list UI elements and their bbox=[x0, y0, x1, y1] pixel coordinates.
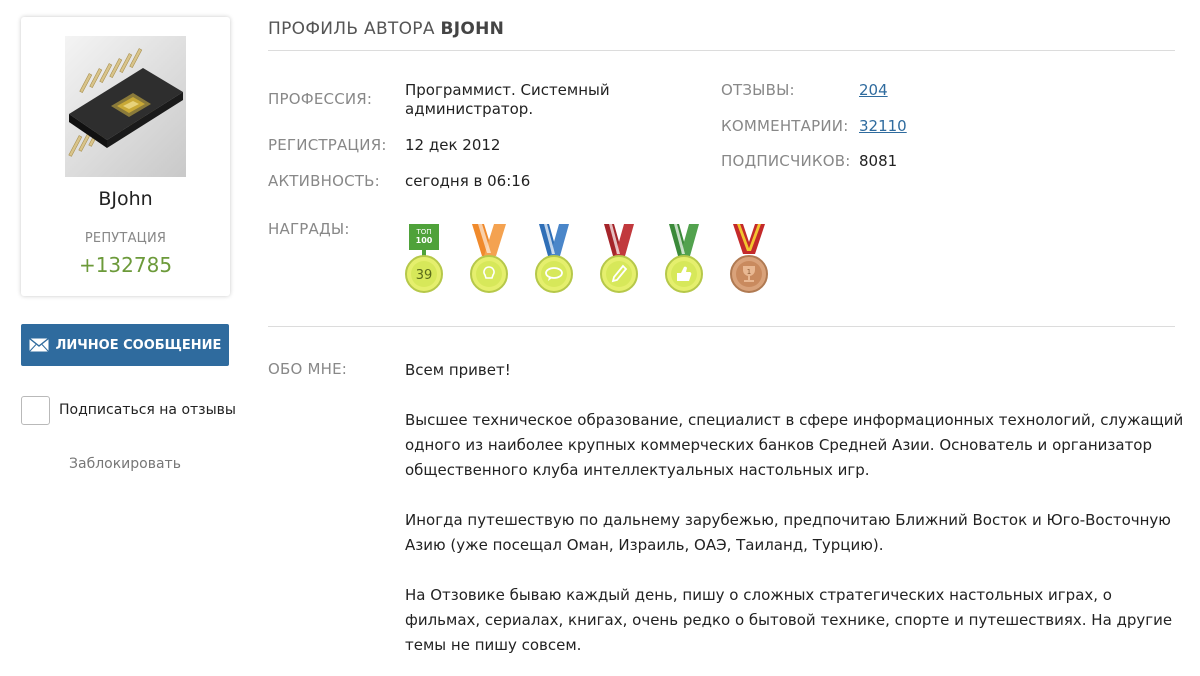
section-divider bbox=[268, 326, 1175, 327]
awards-list: ТОП 100 39 1 bbox=[404, 220, 794, 300]
about-text: Всем привет! Высшее техническое образова… bbox=[405, 358, 1185, 676]
subscribe-label[interactable]: Подписаться на отзывы bbox=[59, 402, 236, 418]
reputation-value: +132785 bbox=[78, 253, 173, 277]
profession-line-1: Программист. Системный bbox=[405, 81, 610, 99]
about-paragraph: Высшее техническое образование, специали… bbox=[405, 411, 1184, 479]
awards-label: НАГРАДЫ: bbox=[268, 220, 350, 238]
old-timer-medal-icon[interactable] bbox=[469, 220, 509, 300]
username: BJohn bbox=[98, 188, 153, 210]
comment-medal-icon[interactable] bbox=[534, 220, 574, 300]
profession-label: ПРОФЕССИЯ: bbox=[268, 90, 373, 108]
page-title: ПРОФИЛЬ АВТОРА BJOHN bbox=[268, 19, 504, 39]
profile-card: BJohn РЕПУТАЦИЯ +132785 bbox=[21, 17, 230, 296]
reputation-label: РЕПУТАЦИЯ bbox=[84, 231, 167, 246]
comments-label: КОММЕНТАРИИ: bbox=[721, 117, 849, 135]
avatar[interactable] bbox=[65, 36, 186, 177]
subscribe-checkbox[interactable] bbox=[21, 395, 50, 425]
registration-label: РЕГИСТРАЦИЯ: bbox=[268, 136, 387, 154]
page-title-prefix: ПРОФИЛЬ АВТОРА bbox=[268, 19, 435, 39]
about-paragraph: Иногда путешествую по дальнему зарубежью… bbox=[405, 511, 1171, 554]
comments-count-link[interactable]: 32110 bbox=[859, 117, 907, 135]
registration-value: 12 дек 2012 bbox=[405, 136, 501, 154]
thumbs-up-medal-icon[interactable] bbox=[664, 220, 704, 300]
subscribe-row[interactable]: Подписаться на отзывы bbox=[21, 395, 236, 425]
top100-number: 39 bbox=[416, 268, 433, 283]
subscribers-label: ПОДПИСЧИКОВ: bbox=[721, 152, 851, 170]
envelope-icon bbox=[28, 338, 49, 352]
reviews-label: ОТЗЫВЫ: bbox=[721, 81, 795, 99]
activity-label: АКТИВНОСТЬ: bbox=[268, 172, 380, 190]
about-label: ОБО МНЕ: bbox=[268, 360, 348, 378]
page-title-username: BJOHN bbox=[440, 19, 505, 39]
profession-value: Программист. Системный администратор. bbox=[405, 81, 610, 119]
about-paragraph: Всем привет! bbox=[405, 361, 511, 379]
title-divider bbox=[268, 50, 1175, 51]
top100-medal-icon[interactable]: ТОП 100 39 bbox=[404, 220, 444, 300]
private-message-label: ЛИЧНОЕ СООБЩЕНИЕ bbox=[55, 337, 222, 353]
subscribers-value: 8081 bbox=[859, 152, 898, 170]
block-user-link[interactable]: Заблокировать bbox=[0, 456, 250, 472]
svg-text:1: 1 bbox=[747, 268, 751, 276]
activity-value: сегодня в 06:16 bbox=[405, 172, 531, 190]
pencil-medal-icon[interactable] bbox=[599, 220, 639, 300]
reviews-count-link[interactable]: 204 bbox=[859, 81, 888, 99]
profession-line-2: администратор. bbox=[405, 100, 534, 118]
top100-text-1: ТОП bbox=[415, 228, 431, 236]
about-paragraph: На Отзовике бываю каждый день, пишу о сл… bbox=[405, 586, 1173, 654]
cup-medal-icon[interactable]: 1 bbox=[729, 220, 769, 300]
top100-text-2: 100 bbox=[416, 236, 433, 245]
microchip-avatar-image bbox=[68, 48, 183, 157]
private-message-button[interactable]: ЛИЧНОЕ СООБЩЕНИЕ bbox=[21, 324, 229, 366]
